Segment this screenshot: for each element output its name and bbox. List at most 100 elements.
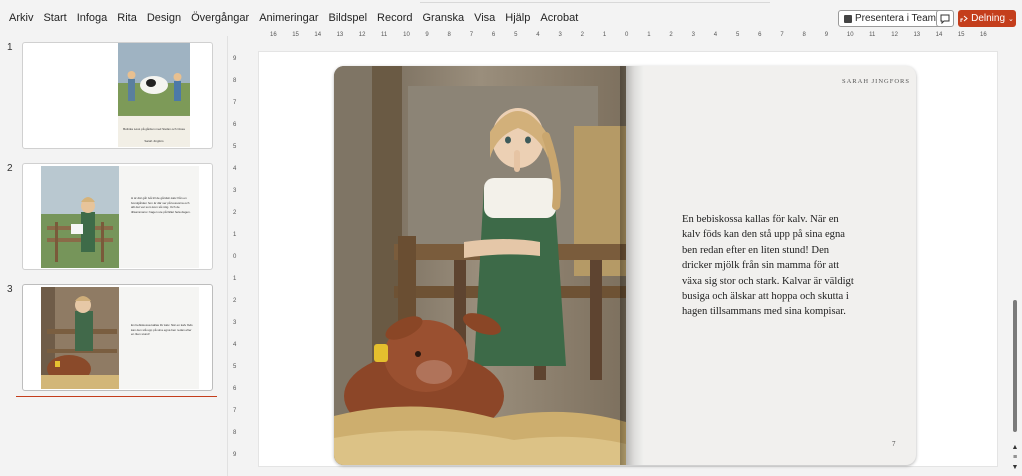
tab-record[interactable]: Record [372,10,417,26]
ruler-tick-label: 7 [233,100,237,106]
slide-2-text: H är där går två till de gårdsin kalv fr… [131,196,191,214]
ruler-tick-label: 5 [735,32,740,38]
comments-button[interactable] [936,10,954,27]
ruler-tick-label: 4 [233,166,237,172]
tab-arkiv[interactable]: Arkiv [4,10,38,26]
ruler-tick-label: 3 [691,32,695,38]
story-text[interactable]: En bebiskossa kallas för kalv. När en ka… [682,212,868,320]
slide-number-3: 3 [7,284,13,295]
tab-start[interactable]: Start [38,10,71,26]
tab-animeringar[interactable]: Animeringar [254,10,323,26]
story-line: busiga och älskar att hoppa och skutta i [682,291,849,303]
ruler-tick-label: 4 [233,342,237,348]
slide-number-1: 1 [7,42,13,53]
comment-icon [940,14,950,24]
horizontal-ruler: 16 15 14 13 12 11 10 9 8 7 6 5 4 3 2 1 0 1 2 3 4 5 6 7 8 9 10 11 12 1… [258,30,1002,41]
ruler-tick-label: 8 [447,32,451,38]
ruler-tick-label: 16 [980,32,987,38]
tab-granska[interactable]: Granska [418,10,470,26]
ruler-tick-label: 11 [380,32,388,38]
tab-acrobat[interactable]: Acrobat [535,10,583,26]
share-label: Delning [971,13,1006,24]
ruler-tick-label: 2 [580,32,584,38]
share-button[interactable]: Delning ⌄ [958,10,1016,27]
tab-bildspel[interactable]: Bildspel [324,10,373,26]
ruler-tick-label: 9 [233,56,237,62]
powerpoint-window: Arkiv Start Infoga Rita Design Övergånga… [0,0,1022,476]
slide-thumbnail-pane: 1 Bolinka Lévé på gården med Stefan och … [0,36,228,476]
book-spread-slide[interactable]: SARAH JINGFORS En bebiskossa kallas för … [334,66,916,465]
ribbon-tabs: Arkiv Start Infoga Rita Design Övergånga… [4,10,583,26]
chevron-down-icon: ⌄ [1008,15,1014,23]
present-in-teams-button[interactable]: Presentera i Teams [838,10,947,27]
slide-number-2: 2 [7,163,13,174]
scroll-down-arrow-icon[interactable]: ▼ [1011,464,1019,471]
slide-thumbnail-1[interactable]: Bolinka Lévé på gården med Stefan och Ci… [22,42,213,149]
tab-rita[interactable]: Rita [112,10,142,26]
ruler-tick-label: 4 [713,32,718,38]
ruler-tick-label: 7 [233,408,237,414]
ruler-tick-label: 8 [802,32,806,38]
teams-icon [844,14,852,23]
ruler-tick-label: 6 [233,122,237,128]
ruler-tick-label: 1 [602,32,607,38]
ruler-tick-label: 7 [469,32,474,38]
ruler-tick-label: 8 [233,78,237,84]
ruler-tick-label: 3 [233,320,237,326]
ruler-tick-label: 15 [292,32,299,38]
vertical-ruler: 9 8 7 6 5 4 3 2 1 0 1 2 3 4 5 6 7 8 9 [231,52,242,464]
ruler-tick-label: 7 [780,32,784,38]
book-cover-thumbnail: Bolinka Lévé på gården med Stefan och Ci… [118,43,190,147]
ruler-tick-label: 9 [824,32,829,38]
ruler-tick-label: 13 [913,32,921,38]
slide-3-text: En bebiskossa kallas för kalv. När en ka… [131,323,193,336]
ruler-tick-label: 12 [358,32,366,38]
share-icon [960,15,968,22]
ruler-tick-label: 5 [514,32,518,38]
ruler-tick-label: 1 [233,232,237,238]
barn-illustration [334,66,626,465]
slide-3-illustration [41,287,119,389]
author-name: SARAH JINGFORS [842,78,910,85]
tab-visa[interactable]: Visa [469,10,500,26]
slide-thumbnail-2[interactable]: H är där går två till de gårdsin kalv fr… [22,163,213,270]
ruler-tick-label: 10 [403,32,410,38]
ruler-tick-label: 3 [558,32,562,38]
story-line: dricker mjölk från sin mamma för att [682,260,840,272]
ruler-tick-label: 16 [270,32,277,38]
ruler-tick-label: 9 [233,452,237,458]
slide-3-text-page: En bebiskossa kallas för kalv. När en ka… [119,287,199,389]
ruler-tick-label: 14 [935,32,943,38]
ruler-tick-label: 8 [233,430,237,436]
ruler-tick-label: 6 [491,32,496,38]
ruler-tick-label: 13 [336,32,344,38]
ruler-tick-label: 6 [233,386,237,392]
scroll-page-icon[interactable]: ≡ [1011,454,1019,461]
page-number: 7 [892,440,896,448]
story-line: kalv föds kan den stå upp på sina egna [682,229,845,241]
slide-insert-indicator [16,396,217,397]
slide-2-text-page: H är där går två till de gårdsin kalv fr… [119,166,199,268]
ruler-tick-label: 4 [536,32,540,38]
ruler-tick-label: 5 [233,364,237,370]
ruler-tick-label: 0 [233,254,237,260]
ruler-tick-label: 3 [233,188,237,194]
ruler-tick-label: 2 [669,32,673,38]
ruler-tick-label: 0 [625,32,629,38]
present-in-teams-label: Presentera i Teams [855,13,941,24]
ruler-tick-label: 6 [758,32,762,38]
tab-infoga[interactable]: Infoga [72,10,113,26]
slide-thumbnail-3[interactable]: En bebiskossa kallas för kalv. När en ka… [22,284,213,391]
tab-overgangar[interactable]: Övergångar [186,10,254,26]
tab-design[interactable]: Design [142,10,186,26]
tab-hjalp[interactable]: Hjälp [500,10,535,26]
title-bar-edge [420,0,770,3]
ruler-tick-label: 10 [846,32,854,38]
vertical-scrollbar[interactable]: ▲ ≡ ▼ [1010,42,1020,472]
ruler-tick-label: 12 [891,32,898,38]
cover-author: Sarah Jingfors [144,139,164,143]
ruler-tick-label: 2 [233,210,237,216]
scroll-up-arrow-icon[interactable]: ▲ [1011,444,1019,451]
ruler-tick-label: 9 [425,32,429,38]
scrollbar-thumb[interactable] [1013,300,1017,432]
